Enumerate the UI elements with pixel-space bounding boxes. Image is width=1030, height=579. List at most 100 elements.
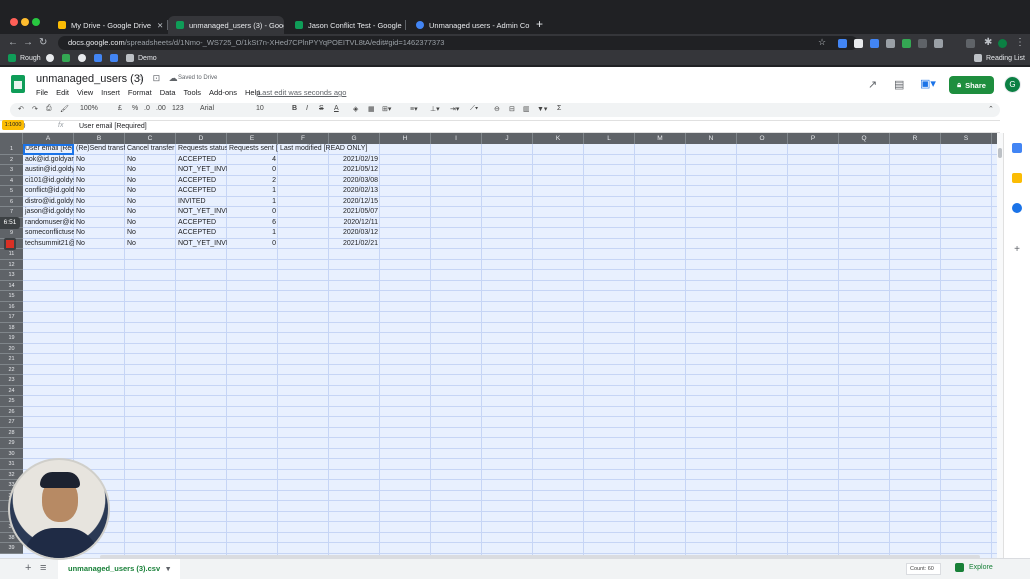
row-header[interactable]: 4 (0, 175, 23, 186)
row-header[interactable]: 16 (0, 301, 23, 312)
table-cell[interactable]: 2020/03/08 (278, 176, 380, 187)
close-window-button[interactable] (10, 18, 18, 26)
table-cell[interactable]: jason@id.goldys (23, 207, 74, 218)
row-header[interactable]: 31 (0, 459, 23, 470)
table-cell[interactable]: NOT_YET_INVIT (176, 207, 227, 218)
activity-icon[interactable]: ↗ (868, 78, 877, 91)
table-cell[interactable]: NOT_YET_INVIT (176, 165, 227, 176)
forward-icon[interactable]: → (23, 37, 33, 48)
column-header-j[interactable]: J (482, 133, 533, 144)
column-header-m[interactable]: M (635, 133, 686, 144)
column-header-i[interactable]: I (431, 133, 482, 144)
table-cell[interactable]: randomuser@id. (23, 218, 74, 229)
vertical-scrollbar[interactable] (997, 133, 1003, 558)
table-cell[interactable]: ACCEPTED (176, 155, 227, 166)
row-header[interactable]: 28 (0, 427, 23, 438)
text-wrap-icon[interactable]: ⇥▾ (450, 105, 459, 113)
extension-icon[interactable] (902, 39, 911, 48)
column-header-a[interactable]: A (23, 133, 74, 144)
fill-color-icon[interactable]: ◈ (353, 105, 358, 113)
url-bar[interactable]: docs.google.com/spreadsheets/d/1Nmo-_WS7… (58, 36, 858, 50)
increase-decimal-button[interactable]: .00 (156, 105, 166, 112)
more-formats-button[interactable]: 123 (172, 105, 184, 112)
header-cell[interactable]: Requests status (176, 144, 227, 155)
minimize-window-button[interactable] (21, 18, 29, 26)
table-cell[interactable]: 0 (227, 165, 278, 176)
column-header-l[interactable]: L (584, 133, 635, 144)
row-header[interactable]: 30 (0, 448, 23, 459)
table-cell[interactable]: 0 (227, 207, 278, 218)
row-header[interactable]: 14 (0, 280, 23, 291)
table-cell[interactable]: ACCEPTED (176, 218, 227, 229)
all-sheets-button[interactable]: ≡ (40, 562, 46, 574)
menu-insert[interactable]: Insert (101, 88, 120, 97)
extension-icon[interactable] (886, 39, 895, 48)
table-cell[interactable]: 1 (227, 197, 278, 208)
column-header-e[interactable]: E (227, 133, 278, 144)
italic-button[interactable]: I (306, 105, 308, 112)
table-cell[interactable]: No (74, 218, 125, 229)
zoom-window-button[interactable] (32, 18, 40, 26)
bookmark-rough[interactable]: Rough (8, 54, 41, 62)
share-button[interactable]: 🔒︎ Share (949, 76, 994, 94)
table-cell[interactable]: ACCEPTED (176, 186, 227, 197)
menu-data[interactable]: Data (160, 88, 176, 97)
calendar-icon[interactable] (1012, 143, 1022, 153)
table-cell[interactable]: 0 (227, 239, 278, 250)
row-header[interactable]: 18 (0, 322, 23, 333)
borders-icon[interactable]: ▦ (368, 105, 375, 113)
bookmark-star-icon[interactable]: ☆ (818, 37, 826, 48)
document-title[interactable]: unmanaged_users (3) (36, 73, 144, 85)
table-cell[interactable]: NOT_YET_INVIT (176, 239, 227, 250)
table-cell[interactable]: No (74, 207, 125, 218)
column-header-o[interactable]: O (737, 133, 788, 144)
table-cell[interactable]: 1 (227, 228, 278, 239)
redo-icon[interactable]: ↷ (32, 105, 38, 113)
table-cell[interactable]: No (74, 228, 125, 239)
table-cell[interactable]: No (125, 176, 176, 187)
insert-link-icon[interactable]: ⊖ (494, 105, 500, 113)
collapse-toolbar-icon[interactable]: ⌃ (988, 105, 994, 113)
table-cell[interactable]: techsummit21@ (23, 239, 74, 250)
table-cell[interactable]: ci101@id.goldys (23, 176, 74, 187)
row-header[interactable]: 12 (0, 259, 23, 270)
row-header[interactable]: 6 (0, 196, 23, 207)
table-cell[interactable]: 2021/05/07 (278, 207, 380, 218)
cast-icon[interactable] (966, 39, 975, 48)
sheet-tab-active[interactable]: unmanaged_users (3).csv ▾ (58, 559, 180, 579)
filter-icon[interactable]: ▼▾ (537, 105, 547, 113)
column-header-c[interactable]: C (125, 133, 176, 144)
insert-chart-icon[interactable]: ▥ (523, 105, 530, 113)
stop-recording-button[interactable] (4, 238, 16, 250)
extension-icon[interactable] (918, 39, 927, 48)
table-cell[interactable]: No (125, 155, 176, 166)
sheets-logo-icon[interactable] (11, 75, 25, 93)
table-cell[interactable]: No (125, 228, 176, 239)
table-cell[interactable]: 2021/02/19 (278, 155, 380, 166)
bookmark-demo[interactable]: Demo (126, 54, 157, 62)
align-left-icon[interactable]: ≡▾ (410, 105, 418, 113)
font-select[interactable]: Arial (200, 105, 214, 112)
header-cell[interactable]: Cancel transfer r (125, 144, 176, 155)
back-icon[interactable]: ← (8, 37, 18, 48)
header-cell[interactable]: Requests sent [I (227, 144, 278, 155)
column-header-p[interactable]: P (788, 133, 839, 144)
account-avatar[interactable]: G (1004, 76, 1021, 93)
select-all-corner[interactable] (0, 133, 23, 144)
close-tab-icon[interactable]: ✕ (151, 21, 163, 30)
menu-format[interactable]: Format (128, 88, 152, 97)
table-cell[interactable]: No (125, 186, 176, 197)
column-header-q[interactable]: Q (839, 133, 890, 144)
table-cell[interactable]: No (125, 218, 176, 229)
menu-view[interactable]: View (77, 88, 93, 97)
currency-button[interactable]: £ (118, 105, 122, 112)
table-cell[interactable]: 4 (227, 155, 278, 166)
menu-tools[interactable]: Tools (184, 88, 202, 97)
table-cell[interactable]: No (74, 165, 125, 176)
zoom-select[interactable]: 100% (80, 105, 98, 112)
meet-icon[interactable]: ▣▾ (920, 77, 936, 90)
column-header-s[interactable]: S (941, 133, 992, 144)
font-size-select[interactable]: 10 (256, 105, 264, 112)
row-header[interactable]: 24 (0, 385, 23, 396)
row-header[interactable]: 25 (0, 396, 23, 407)
